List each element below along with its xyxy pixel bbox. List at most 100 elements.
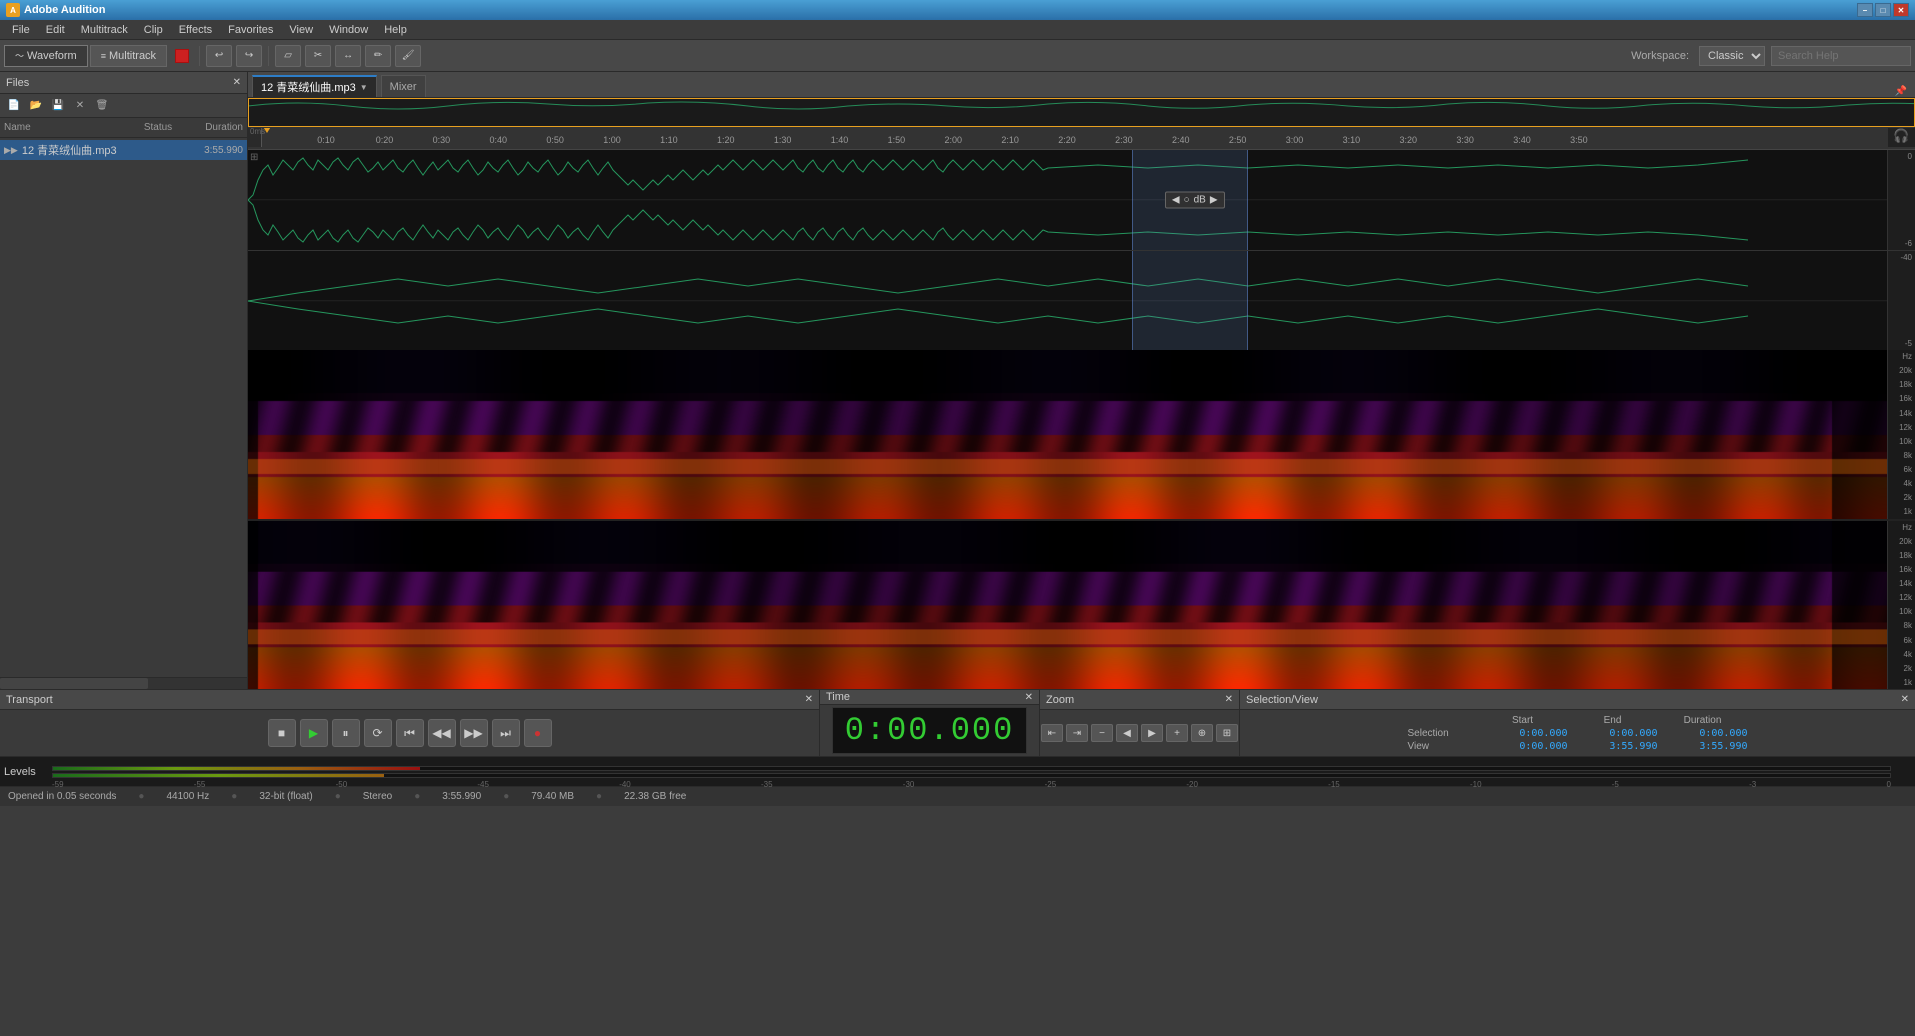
open-file-button[interactable]: 📂 [26, 97, 46, 115]
rewind-start-button[interactable]: ⏮ [396, 719, 424, 747]
redo-button[interactable]: ↪ [236, 45, 262, 67]
menu-view[interactable]: View [281, 22, 321, 38]
menu-effects[interactable]: Effects [171, 22, 220, 38]
time-panel: Time ✕ 0:00.000 [820, 690, 1040, 756]
levels-bar-l [53, 767, 420, 770]
zoom-panel-close[interactable]: ✕ [1225, 694, 1233, 705]
zoom-title: Zoom [1046, 694, 1074, 706]
menu-favorites[interactable]: Favorites [220, 22, 281, 38]
play-button[interactable]: ▶ [300, 719, 328, 747]
tab-dropdown-arrow[interactable]: ▼ [360, 83, 368, 92]
undo-button[interactable]: ↩ [206, 45, 232, 67]
level-tick--45: -45 [477, 780, 489, 789]
file-item[interactable]: ▶▶ 12 青菜绒仙曲.mp3 3:55.990 [0, 140, 247, 160]
waveform-expand-button[interactable]: ⊞ [250, 152, 258, 163]
zoom-in-full-button[interactable]: ⊕ [1191, 724, 1213, 742]
mixer-tab[interactable]: Mixer [381, 75, 426, 97]
record-button[interactable]: ● [524, 719, 552, 747]
menu-file[interactable]: File [4, 22, 38, 38]
zoom-scroll-left-button[interactable]: ◀ [1116, 724, 1138, 742]
close-file-button[interactable]: ✕ [70, 97, 90, 115]
ruler-tick-1-20: 1:20 [717, 135, 735, 145]
db-label-0: 0 [1908, 152, 1912, 161]
files-panel-close[interactable]: ✕ [233, 77, 241, 88]
ruler-start: 0ms [248, 128, 262, 147]
zoom-in-button[interactable]: + [1166, 724, 1188, 742]
playhead-triangle [262, 128, 272, 133]
hz-label-12k: 12k [1899, 423, 1912, 432]
zoom-scroll-right-button[interactable]: ▶ [1141, 724, 1163, 742]
mini-waveform-svg [248, 98, 1915, 127]
mini-waveform-overview[interactable] [248, 98, 1915, 128]
status-bar: Opened in 0.05 seconds ● 44100 Hz ● 32-b… [0, 786, 1915, 806]
files-horizontal-scrollbar[interactable] [0, 677, 247, 689]
rewind-button[interactable]: ◀◀ [428, 719, 456, 747]
minimize-button[interactable]: – [1857, 3, 1873, 17]
level-tick--50: -50 [336, 780, 348, 789]
hz-label-20k-1: Hz [1902, 352, 1912, 361]
workspace-select[interactable]: Classic [1699, 46, 1765, 66]
move-tool-button[interactable]: ↔ [335, 45, 361, 67]
editor-panel-pin[interactable]: 📌 [1895, 86, 1907, 97]
menu-clip[interactable]: Clip [136, 22, 171, 38]
status-sep-1: ● [138, 791, 144, 802]
status-bit-depth: 32-bit (float) [259, 791, 312, 802]
selection-title: Selection/View [1246, 694, 1318, 706]
forward-button[interactable]: ▶▶ [460, 719, 488, 747]
menu-window[interactable]: Window [321, 22, 376, 38]
search-input[interactable] [1771, 46, 1911, 66]
zoom-sel-button[interactable]: ⊞ [1216, 724, 1238, 742]
sel-empty-header [1408, 715, 1478, 726]
timeline-ruler[interactable]: 0ms 0:10 0:20 0:30 0:40 0:50 1:00 1:10 1… [248, 128, 1915, 150]
stop-button[interactable]: ■ [268, 719, 296, 747]
waveform-view-button[interactable]: 〜 Waveform [4, 45, 88, 67]
level-tick--59: -59 [52, 780, 64, 789]
time-panel-close[interactable]: ✕ [1025, 692, 1033, 703]
zoom-out-button[interactable]: − [1091, 724, 1113, 742]
file-duration: 3:55.990 [183, 145, 243, 156]
pencil-tool-button[interactable]: ✏ [365, 45, 391, 67]
transport-panel-close[interactable]: ✕ [805, 694, 813, 705]
selection-tool-button[interactable]: ▱ [275, 45, 301, 67]
forward-end-button[interactable]: ⏭ [492, 719, 520, 747]
delete-file-button[interactable]: 🗑 [92, 97, 112, 115]
maximize-button[interactable]: □ [1875, 3, 1891, 17]
levels-panel: Levels -59 -55 -50 -45 -40 -35 -30 -25 -… [0, 756, 1915, 786]
new-file-button[interactable]: 📄 [4, 97, 24, 115]
menu-multitrack[interactable]: Multitrack [73, 22, 136, 38]
multitrack-view-button[interactable]: ≡ Multitrack [90, 45, 167, 67]
zoom-fit-button[interactable]: ⇤ [1041, 724, 1063, 742]
status-duration: 3:55.990 [442, 791, 481, 802]
selection-view-panel: Selection/View ✕ Start End Duration Sele… [1240, 690, 1915, 756]
waveform-svg-ch2 [248, 251, 1915, 351]
editor-tab-label: 12 青菜绒仙曲.mp3 [261, 79, 356, 95]
pause-button[interactable]: ⏸ [332, 719, 360, 747]
db-label-minus5: -5 [1905, 339, 1912, 348]
menu-edit[interactable]: Edit [38, 22, 73, 38]
sel-selection-end: 0:00.000 [1568, 728, 1658, 739]
brush-tool-button[interactable]: 🖌 [395, 45, 421, 67]
spectrogram-ch1: Hz 20k 18k 16k 14k 12k 10k 8k 6k 4k 2k 1… [248, 350, 1915, 521]
status-opened-in: Opened in 0.05 seconds [8, 791, 116, 802]
headphones-button[interactable]: 🎧 [1887, 128, 1915, 147]
ruler-tick-0-10: 0:10 [317, 135, 335, 145]
hz-scale-ch1: Hz 20k 18k 16k 14k 12k 10k 8k 6k 4k 2k 1… [1887, 350, 1915, 519]
ruler-tick-1-10: 1:10 [660, 135, 678, 145]
ruler-tick-3-10: 3:10 [1343, 135, 1361, 145]
save-file-button[interactable]: 💾 [48, 97, 68, 115]
loop-button[interactable]: ⟳ [364, 719, 392, 747]
editor-tab-active[interactable]: 12 青菜绒仙曲.mp3 ▼ [252, 75, 377, 97]
zoom-out-full-button[interactable]: ⇥ [1066, 724, 1088, 742]
menu-help[interactable]: Help [376, 22, 415, 38]
level-tick--55: -55 [194, 780, 206, 789]
file-icon: ▶▶ [4, 145, 18, 156]
selection-panel-close[interactable]: ✕ [1901, 694, 1909, 705]
hz-label-ch2-16k: 16k [1899, 565, 1912, 574]
main-toolbar: 〜 Waveform ≡ Multitrack ↩ ↪ ▱ ✂ ↔ ✏ 🖌 Wo… [0, 40, 1915, 72]
waveform-svg-ch1 [248, 150, 1915, 250]
levels-meter-r [52, 773, 1891, 778]
editor-area: 12 青菜绒仙曲.mp3 ▼ Mixer 📌 [248, 72, 1915, 689]
sel-view-label: View [1408, 741, 1478, 752]
close-button[interactable]: ✕ [1893, 3, 1909, 17]
razor-tool-button[interactable]: ✂ [305, 45, 331, 67]
